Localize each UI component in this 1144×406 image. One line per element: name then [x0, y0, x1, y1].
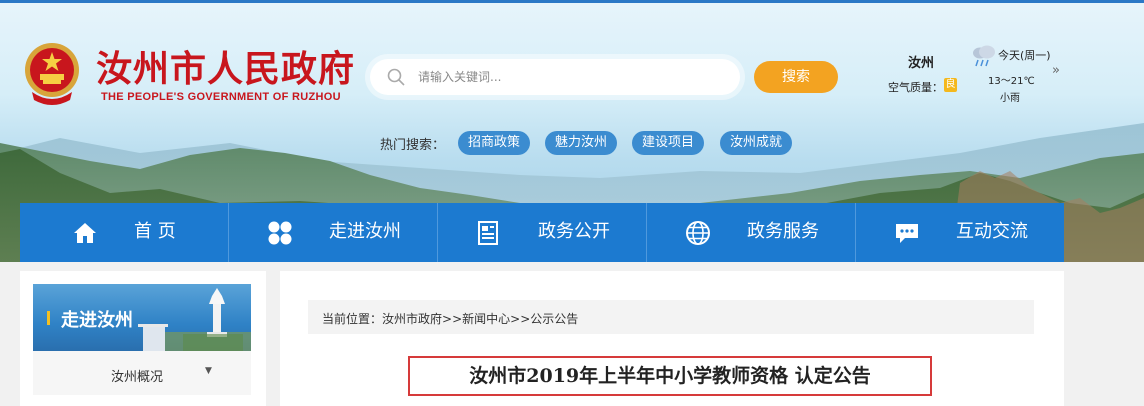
hot-tag-charm[interactable]: 魅力汝州: [545, 131, 618, 155]
breadcrumb-item-news[interactable]: 新闻中心: [462, 312, 510, 326]
breadcrumb-item-government[interactable]: 汝州市政府: [382, 312, 442, 326]
breadcrumb: 当前位置：汝州市政府>>新闻中心>>公示公告: [308, 300, 1034, 334]
nav-item-services[interactable]: 政务服务: [647, 203, 856, 262]
grid-icon: [268, 221, 292, 245]
sidebar-title: 走进汝州: [61, 310, 133, 331]
search-box: [370, 59, 740, 95]
breadcrumb-prefix: 当前位置：: [322, 312, 383, 326]
sidebar-title-accent: [47, 311, 50, 325]
chat-icon: [896, 224, 918, 243]
weather-condition: 小雨: [1000, 93, 1020, 104]
air-quality-badge: 良: [944, 78, 957, 92]
hot-tag-investment[interactable]: 招商政策: [458, 131, 531, 155]
nav-item-interaction[interactable]: 互动交流: [856, 203, 1064, 262]
search-button[interactable]: 搜索: [754, 61, 838, 93]
site-title: 汝州市人民政府: [96, 48, 356, 90]
breadcrumb-separator: >>: [442, 312, 463, 326]
nav-label-government-affairs: 政务公开: [538, 221, 610, 242]
home-icon: [74, 223, 96, 243]
weather-day: 今天(周一): [998, 49, 1051, 62]
hot-tag-achievements[interactable]: 汝州成就: [720, 131, 793, 155]
main-nav: 首 页 走进汝州 政务公开 政务服务 互动交流: [20, 203, 1064, 262]
breadcrumb-item-notices[interactable]: 公示公告: [530, 312, 578, 326]
search-icon: [387, 68, 405, 86]
globe-icon: [686, 221, 710, 245]
hot-tag-projects[interactable]: 建设项目: [632, 131, 705, 155]
breadcrumb-separator: >>: [510, 312, 531, 326]
hot-search-label: 热门搜索：: [380, 138, 446, 153]
sidebar: 走进汝州 汝州概况 ▼: [20, 271, 266, 406]
nav-item-government-affairs[interactable]: 政务公开: [438, 203, 647, 262]
air-quality-label: 空气质量：: [888, 81, 943, 94]
national-emblem-icon: [25, 43, 79, 105]
article-title: 汝州市2019年上半年中小学教师资格 认定公告: [408, 356, 932, 396]
nav-label-home: 首 页: [134, 221, 176, 242]
main-content: 当前位置：汝州市政府>>新闻中心>>公示公告 汝州市2019年上半年中小学教师资…: [280, 271, 1064, 406]
more-weather-icon[interactable]: »: [1052, 63, 1060, 78]
rain-cloud-icon: [973, 45, 995, 67]
sidebar-banner: 走进汝州: [33, 284, 251, 351]
weather-city: 汝州: [908, 56, 935, 71]
sidebar-item-label: 汝州概况: [111, 370, 164, 385]
nav-item-about[interactable]: 走进汝州: [229, 203, 438, 262]
document-icon: [478, 221, 498, 245]
nav-label-interaction: 互动交流: [956, 221, 1028, 242]
search-input[interactable]: [418, 59, 718, 95]
nav-label-about: 走进汝州: [329, 221, 401, 242]
site-subtitle: THE PEOPLE'S GOVERNMENT OF RUZHOU: [101, 91, 341, 103]
nav-item-home[interactable]: 首 页: [20, 203, 229, 262]
weather-temperature: 13～21℃: [988, 76, 1035, 87]
nav-label-services: 政务服务: [747, 221, 819, 242]
chevron-down-icon: ▼: [205, 366, 212, 376]
sidebar-item-overview[interactable]: 汝州概况 ▼: [33, 351, 251, 395]
